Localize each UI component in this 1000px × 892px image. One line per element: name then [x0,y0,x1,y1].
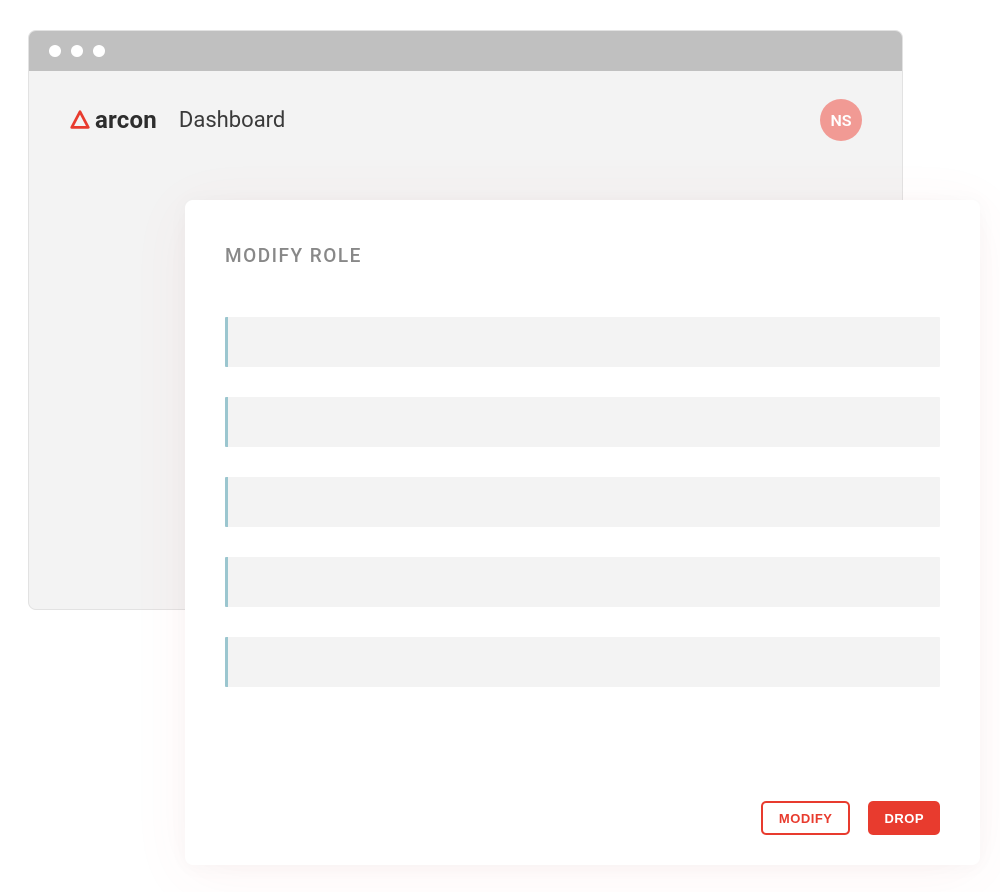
role-input-row[interactable] [225,637,940,687]
role-input-row[interactable] [225,397,940,447]
role-input[interactable] [242,397,926,447]
brand-logo: arcon [69,106,157,134]
role-input[interactable] [242,557,926,607]
role-input-list [225,317,940,687]
window-dot-icon [49,45,61,57]
role-input[interactable] [242,477,926,527]
role-input[interactable] [242,637,926,687]
avatar[interactable]: NS [820,99,862,141]
role-input[interactable] [242,317,926,367]
triangle-icon [69,109,91,131]
role-input-row[interactable] [225,317,940,367]
modify-role-modal: MODIFY ROLE MODIFY DROP [185,200,980,865]
role-input-row[interactable] [225,557,940,607]
app-header: arcon Dashboard NS [29,71,902,141]
role-input-row[interactable] [225,477,940,527]
window-dot-icon [93,45,105,57]
page-title: Dashboard [179,108,285,133]
window-titlebar [29,31,902,71]
drop-button[interactable]: DROP [868,801,940,835]
window-dot-icon [71,45,83,57]
brand-name: arcon [95,106,157,134]
modify-button[interactable]: MODIFY [761,801,851,835]
modal-button-row: MODIFY DROP [225,781,940,835]
modal-title: MODIFY ROLE [225,244,940,267]
